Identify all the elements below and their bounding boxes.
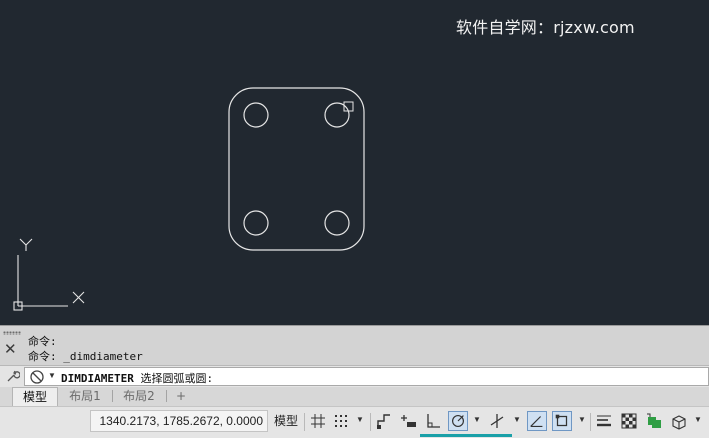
coordinates-readout[interactable]: 1340.2173, 1785.2672, 0.0000: [90, 410, 268, 432]
selection-cycling-icon[interactable]: [644, 411, 664, 431]
drawing-canvas[interactable]: 软件自学网：rjzxw.com: [0, 0, 709, 325]
command-prompt: DIMDIAMETER 选择圆弧或圆:: [61, 370, 213, 386]
chevron-down-icon[interactable]: ▼: [473, 415, 481, 424]
wrench-icon[interactable]: [4, 368, 20, 384]
hole-top-right: [324, 102, 350, 128]
chevron-down-icon[interactable]: ▼: [578, 415, 586, 424]
ortho-icon[interactable]: [423, 411, 443, 431]
polar-tracking-icon[interactable]: [448, 411, 468, 431]
3d-object-snap-icon[interactable]: [669, 411, 689, 431]
infer-constraints-icon[interactable]: [374, 411, 394, 431]
layout-tabs: 模型 布局1 布局2 +: [0, 387, 709, 406]
status-divider: [590, 413, 591, 431]
prompt-text: 选择圆弧或圆:: [133, 372, 214, 385]
command-input[interactable]: ▼ DIMDIAMETER 选择圆弧或圆:: [24, 367, 709, 386]
tab-model[interactable]: 模型: [12, 387, 58, 406]
isometric-icon[interactable]: [487, 411, 507, 431]
hole-bottom-right: [324, 210, 350, 236]
model-space-button[interactable]: 模型: [271, 410, 301, 432]
snap-icon[interactable]: [331, 411, 351, 431]
panel-grip-handle[interactable]: [3, 331, 21, 335]
object-snap-tracking-icon[interactable]: [527, 411, 547, 431]
tab-layout2[interactable]: 布局2: [116, 387, 162, 405]
command-line: ▼ DIMDIAMETER 选择圆弧或圆:: [0, 365, 709, 388]
grid-icon[interactable]: [308, 411, 328, 431]
tab-divider: [166, 390, 167, 402]
status-divider: [304, 413, 305, 431]
chevron-down-icon[interactable]: ▼: [48, 371, 56, 380]
lineweight-icon[interactable]: [594, 411, 614, 431]
history-line: 命令: _dimdiameter: [28, 350, 143, 363]
close-icon[interactable]: ✕: [4, 340, 17, 358]
command-history-panel: ✕ 命令: 命令: _dimdiameter: [0, 325, 709, 366]
hole-top-left: [243, 102, 269, 128]
drawing-area-svg: [13, 87, 365, 311]
chevron-down-icon[interactable]: ▼: [513, 415, 521, 424]
chevron-down-icon[interactable]: ▼: [694, 415, 702, 424]
plate-outline: [228, 87, 365, 251]
tab-layout1[interactable]: 布局1: [62, 387, 108, 405]
add-layout-button[interactable]: +: [172, 387, 190, 405]
chevron-down-icon[interactable]: ▼: [356, 415, 364, 424]
status-divider: [370, 413, 371, 431]
history-line: 命令:: [28, 335, 57, 348]
object-snap-icon[interactable]: [552, 411, 572, 431]
tab-divider: [112, 390, 113, 402]
hole-bottom-left: [243, 210, 269, 236]
status-bar: 1340.2173, 1785.2672, 0.0000 模型 ▼ ▼ ▼ ▼: [0, 406, 709, 438]
recent-commands-icon[interactable]: [29, 369, 45, 385]
prompt-command-name: DIMDIAMETER: [61, 372, 134, 385]
ucs-icon: [13, 238, 85, 311]
transparency-icon[interactable]: [619, 411, 639, 431]
dynamic-input-icon[interactable]: [398, 411, 418, 431]
